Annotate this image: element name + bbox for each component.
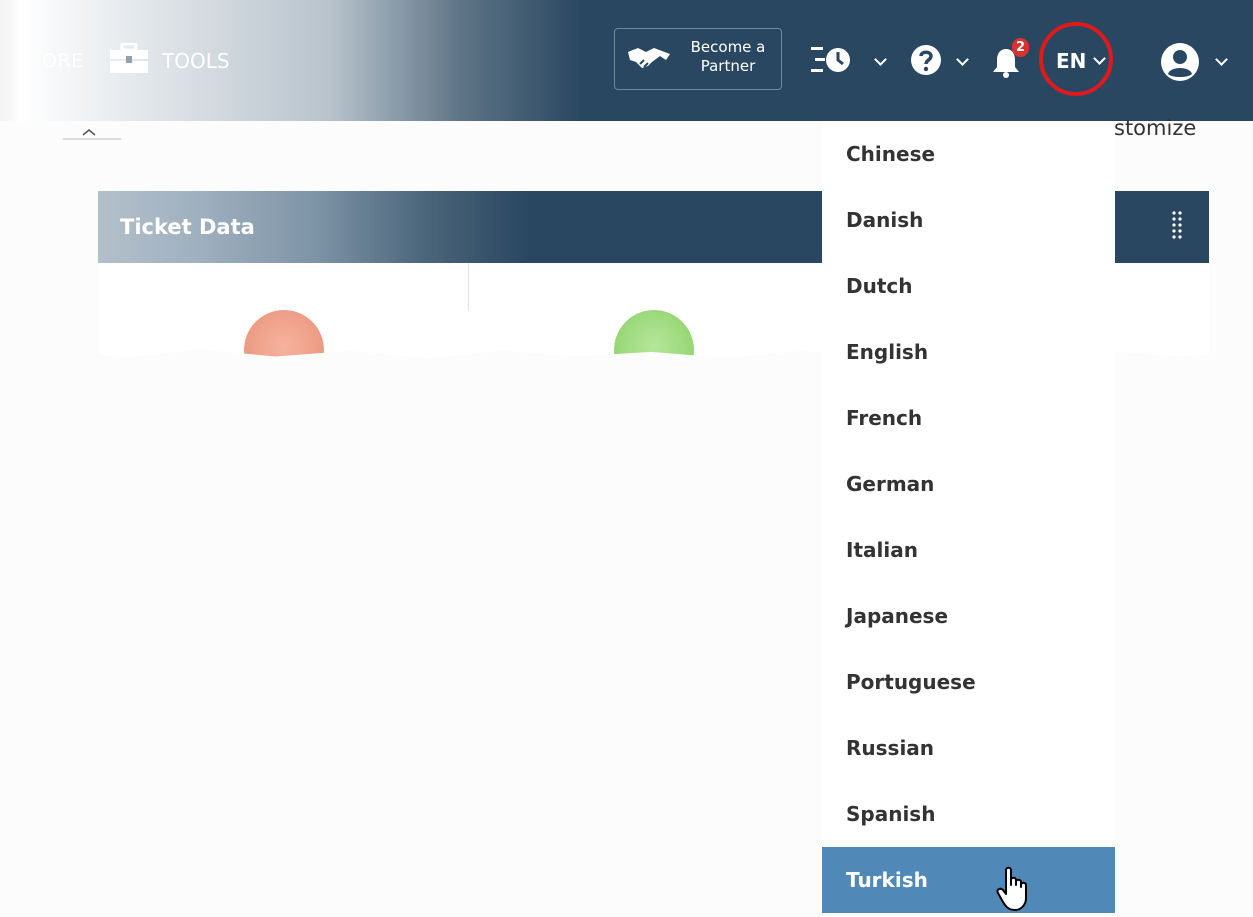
language-option-dutch[interactable]: Dutch — [822, 253, 1115, 319]
history-chevron-down-icon[interactable] — [874, 53, 887, 66]
become-partner-button[interactable]: Become a Partner — [614, 28, 782, 90]
language-option-german[interactable]: German — [822, 451, 1115, 517]
customize-link[interactable]: stomize — [1114, 116, 1196, 140]
become-partner-label: Become a Partner — [690, 38, 766, 75]
language-option-english[interactable]: English — [822, 319, 1115, 385]
language-dropdown-menu: Chinese Danish Dutch English French Germ… — [822, 121, 1115, 917]
collapse-caret-icon[interactable] — [63, 126, 121, 140]
language-option-russian[interactable]: Russian — [822, 715, 1115, 781]
notification-count-badge: 2 — [1012, 38, 1029, 57]
tools-menu-label[interactable]: TOOLS — [162, 49, 230, 73]
language-option-italian[interactable]: Italian — [822, 517, 1115, 583]
help-icon[interactable] — [910, 44, 942, 76]
hand-pointer-cursor-icon — [996, 866, 1027, 911]
language-option-danish[interactable]: Danish — [822, 187, 1115, 253]
history-icon[interactable] — [811, 43, 857, 77]
highlight-annotation-circle — [1039, 22, 1113, 96]
handshake-icon — [628, 48, 670, 69]
help-chevron-down-icon[interactable] — [956, 53, 969, 66]
top-navigation-bar: ORE TOOLS Become a Partner 2 EN — [0, 0, 1253, 121]
column-divider — [468, 263, 469, 311]
language-option-french[interactable]: French — [822, 385, 1115, 451]
language-option-chinese[interactable]: Chinese — [822, 121, 1115, 187]
user-chevron-down-icon[interactable] — [1215, 53, 1228, 66]
drag-handle-icon[interactable] — [1143, 191, 1209, 263]
language-option-turkish[interactable]: Turkish — [822, 847, 1115, 913]
language-option-spanish[interactable]: Spanish — [822, 781, 1115, 847]
panel-title: Ticket Data — [120, 215, 255, 239]
language-option-japanese[interactable]: Japanese — [822, 583, 1115, 649]
more-menu-label[interactable]: ORE — [42, 50, 84, 72]
toolbox-icon[interactable] — [110, 43, 148, 73]
user-avatar-icon[interactable] — [1160, 42, 1200, 82]
language-option-portuguese[interactable]: Portuguese — [822, 649, 1115, 715]
